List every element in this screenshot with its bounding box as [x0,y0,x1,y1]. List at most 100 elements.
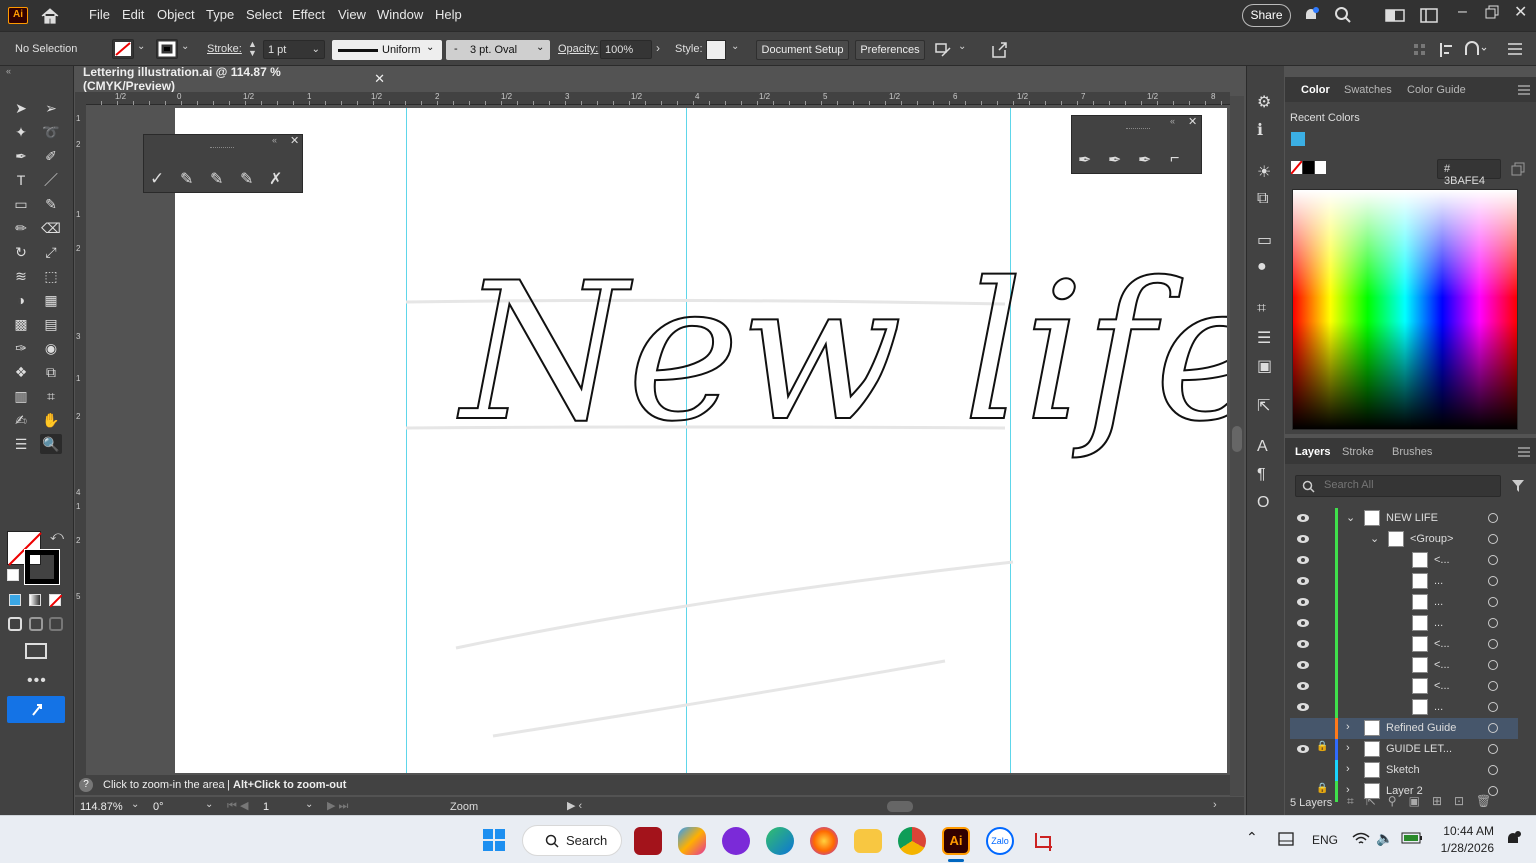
transparency-icon[interactable]: ● [1257,258,1267,276]
close-tab-icon[interactable]: ✕ [374,71,385,87]
selection-tool-icon[interactable]: ➤ [10,98,32,118]
tab-brushes[interactable]: Brushes [1392,446,1432,458]
curvature-tool-icon[interactable]: ✐ [40,146,62,166]
visibility-empty-icon[interactable] [1296,784,1310,798]
blend-tool-icon[interactable]: ◉ [40,338,62,358]
menu-type[interactable]: Type [206,7,234,22]
chevron-right-icon[interactable]: › [1346,742,1350,754]
delete-anchor-icon[interactable]: ✒ [1138,150,1151,170]
draw-inside-icon[interactable] [49,617,63,631]
zoom-level[interactable]: 114.87% [80,801,123,813]
edge-icon[interactable] [766,827,794,855]
chevron-down-icon[interactable]: ⌄ [1346,511,1355,524]
media-app-icon[interactable] [634,827,662,855]
brush-definition[interactable]: - 3 pt. Oval ⌄ [446,40,550,60]
opacity-field[interactable]: 100% [600,40,652,59]
draw-behind-icon[interactable] [29,617,43,631]
rotation-value[interactable]: 0° [153,801,164,813]
battery-icon[interactable] [1401,832,1423,844]
visibility-eye-icon[interactable] [1296,637,1310,651]
tray-chevron-icon[interactable]: ⌃ [1246,829,1258,846]
fill-swatch[interactable] [112,39,134,59]
taskbar-search[interactable]: Search [522,825,622,856]
opacity-label[interactable]: Opacity: [558,43,598,55]
paragraph-icon[interactable]: ¶ [1257,466,1266,484]
lock-empty-icon[interactable] [1316,762,1328,776]
gradient-panel-icon[interactable]: ▭ [1257,230,1272,250]
minimize-icon[interactable]: – [1458,3,1470,21]
target-icon[interactable] [1488,660,1498,670]
share-export-icon[interactable] [990,41,1008,59]
layer-row[interactable]: ... [1290,592,1518,613]
layer-row[interactable]: › Sketch [1290,760,1518,781]
swap-colors-icon[interactable]: ⤺ [50,528,64,544]
graphic-style-swatch[interactable] [706,40,726,60]
clock-date[interactable]: 1/28/2026 [1436,841,1494,855]
lock-icon[interactable]: 🔒 [1316,741,1328,755]
lettering-artwork[interactable]: New life [175,108,1227,773]
visibility-eye-icon[interactable] [1296,553,1310,567]
close-icon[interactable]: ✕ [1514,2,1527,22]
close-icon[interactable]: ✕ [1188,115,1197,128]
default-colors-icon[interactable] [7,569,19,581]
target-icon[interactable] [1488,744,1498,754]
firefox-icon[interactable] [810,827,838,855]
visibility-eye-icon[interactable] [1296,616,1310,630]
white-swatch[interactable] [1315,161,1326,174]
target-icon[interactable] [1488,576,1498,586]
align-icon[interactable] [1412,42,1428,58]
lock-empty-icon[interactable] [1316,636,1328,650]
layer-row[interactable]: 🔒 › Layer 2 [1290,781,1518,802]
none-swatch[interactable] [1290,160,1303,175]
add-anchor-icon[interactable]: ✒ [1108,150,1121,170]
hex-field[interactable]: # 3BAFE4 [1437,159,1501,187]
gradient-mode-icon[interactable] [29,594,41,606]
character-icon[interactable]: A [1257,438,1268,456]
visibility-eye-icon[interactable] [1296,742,1310,756]
shaper-tool-icon[interactable]: ✓ [150,169,164,189]
pencil-tool-icon[interactable]: ✎ [180,169,193,189]
black-swatch[interactable] [1303,161,1314,174]
stroke-color-box[interactable] [24,549,60,585]
artboard[interactable]: New life [175,108,1227,773]
illustrator-taskbar-icon[interactable]: Ai [942,827,970,855]
stroke-label[interactable]: Stroke: [207,43,242,55]
menu-select[interactable]: Select [246,7,282,22]
target-icon[interactable] [1488,681,1498,691]
pathfinder-icon[interactable]: ☰ [1257,328,1271,348]
collapse-icon[interactable]: « [6,66,11,76]
copilot-icon[interactable] [678,827,706,855]
zalo-icon[interactable]: Zalo [986,827,1014,855]
preferences-button[interactable]: Preferences [855,40,925,60]
artboard-number[interactable]: 1 [263,801,269,813]
close-icon[interactable]: ✕ [290,134,299,147]
more-tools-icon[interactable]: ••• [27,672,47,690]
lock-icon[interactable]: 🔒 [1316,783,1328,797]
scale-tool-icon[interactable]: ⤢ [40,242,62,262]
menu-window[interactable]: Window [377,7,423,22]
target-icon[interactable] [1488,555,1498,565]
file-explorer-icon[interactable] [854,829,882,853]
warp-tool-icon[interactable]: ≋ [10,266,32,286]
lock-empty-icon[interactable] [1316,699,1328,713]
vertical-scrollbar[interactable] [1230,96,1244,796]
visibility-empty-icon[interactable] [1296,763,1310,777]
home-icon[interactable] [40,7,60,24]
visibility-eye-icon[interactable] [1296,574,1310,588]
transform-icon[interactable] [1438,41,1456,59]
target-icon[interactable] [1488,513,1498,523]
target-icon[interactable] [1488,597,1498,607]
opentype-icon[interactable]: O [1257,494,1269,512]
stroke-weight-field[interactable]: 1 pt ⌄ [263,40,325,59]
color-spectrum[interactable] [1292,189,1518,430]
tablet-icon[interactable] [1278,832,1294,846]
shape-builder-tool-icon[interactable]: ◑ [10,290,32,310]
layer-row[interactable]: <... [1290,634,1518,655]
menu-file[interactable]: File [89,7,110,22]
snipping-tool-icon[interactable] [1030,827,1058,855]
rotate-tool-icon[interactable]: ↻ [10,242,32,262]
filter-icon[interactable] [1511,479,1525,493]
gradient-tool-icon[interactable]: ▤ [40,314,62,334]
chevron-down-icon[interactable]: ⌄ [958,41,966,52]
info-icon[interactable]: ℹ [1257,120,1263,140]
